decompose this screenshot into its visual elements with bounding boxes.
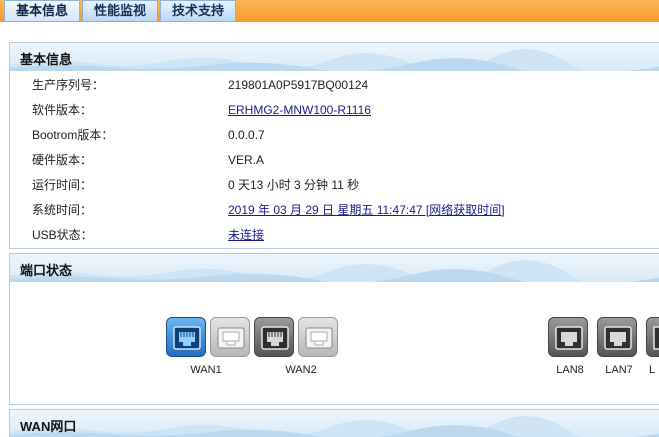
header-wave-decoration — [10, 260, 659, 282]
ethernet-port-icon — [604, 326, 632, 350]
hardware-version-row: 硬件版本： VER.A — [32, 150, 652, 170]
port-wan2-label: WAN2 — [285, 364, 317, 376]
ethernet-port-icon — [305, 327, 333, 349]
software-version-label: 软件版本： — [32, 103, 93, 117]
system-time-row: 系统时间： 2019 年 03 月 29 日 星期五 11:47:47 [网络获… — [32, 200, 652, 220]
ethernet-port-icon — [653, 326, 659, 350]
tab-list: 基本信息 性能监视 技术支持 — [4, 0, 238, 22]
port-status-header: 端口状态 — [10, 254, 659, 282]
wan-port-section: WAN网口 — [9, 409, 659, 437]
basic-info-header: 基本信息 — [10, 43, 659, 71]
header-wave-decoration — [10, 49, 659, 71]
uptime-label: 运行时间： — [32, 178, 93, 192]
port-lan6-icon[interactable] — [646, 317, 659, 357]
header-wave-decoration — [10, 416, 659, 437]
serial-number-label: 生产序列号： — [32, 78, 105, 92]
system-time-label: 系统时间： — [32, 203, 93, 217]
software-version-link[interactable]: ERHMG2-MNW100-R1116 — [228, 100, 371, 120]
system-time-link[interactable]: 2019 年 03 月 29 日 星期五 11:47:47 [网络获取时间] — [228, 200, 505, 220]
usb-status-link[interactable]: 未连接 — [228, 225, 264, 245]
router-admin-page: 基本信息 性能监视 技术支持 基本信息 生产序列号： 219801A0P5917… — [0, 0, 659, 437]
port-wan2-icon[interactable] — [298, 317, 338, 357]
port-lan8-icon[interactable] — [548, 317, 588, 357]
bootrom-version-label: Bootrom版本： — [32, 128, 114, 142]
port-lan8-label: LAN8 — [556, 364, 584, 376]
hardware-version-value: VER.A — [228, 153, 265, 167]
ethernet-port-icon — [555, 326, 583, 350]
uptime-value: 0 天13 小时 3 分钟 11 秒 — [228, 178, 360, 192]
ethernet-port-icon — [173, 326, 201, 350]
top-tab-bar: 基本信息 性能监视 技术支持 — [0, 0, 659, 22]
ethernet-port-icon — [217, 327, 245, 349]
port-status-section: 端口状态 WAN1 WAN2 LAN8 LAN7 L — [9, 253, 659, 405]
serial-number-row: 生产序列号： 219801A0P5917BQ00124 — [32, 75, 652, 95]
tab-performance-monitor[interactable]: 性能监视 — [82, 0, 159, 21]
wan-port-header: WAN网口 — [10, 410, 659, 437]
basic-info-section: 基本信息 生产序列号： 219801A0P5917BQ00124 软件版本： E… — [9, 42, 659, 249]
port-idle-icon[interactable] — [210, 317, 250, 357]
port-wan1-label: WAN1 — [190, 364, 222, 376]
bootrom-version-row: Bootrom版本： 0.0.0.7 — [32, 125, 652, 145]
port-lan6-label: L — [648, 364, 656, 376]
tab-basic-info[interactable]: 基本信息 — [4, 0, 81, 21]
ethernet-port-icon — [261, 326, 289, 350]
port-wan1-icon[interactable] — [166, 317, 206, 357]
tab-tech-support[interactable]: 技术支持 — [160, 0, 237, 21]
port-lan7-label: LAN7 — [605, 364, 633, 376]
port-status-title: 端口状态 — [20, 263, 73, 278]
bootrom-version-value: 0.0.0.7 — [228, 128, 265, 142]
software-version-row: 软件版本： ERHMG2-MNW100-R1116 — [32, 100, 652, 120]
port-connected-icon[interactable] — [254, 317, 294, 357]
uptime-row: 运行时间： 0 天13 小时 3 分钟 11 秒 — [32, 175, 652, 195]
basic-info-title: 基本信息 — [20, 52, 73, 67]
hardware-version-label: 硬件版本： — [32, 153, 93, 167]
serial-number-value: 219801A0P5917BQ00124 — [228, 78, 369, 92]
usb-status-label: USB状态： — [32, 228, 93, 242]
usb-status-row: USB状态： 未连接 — [32, 225, 652, 245]
wan-port-title: WAN网口 — [20, 419, 77, 434]
port-lan7-icon[interactable] — [597, 317, 637, 357]
